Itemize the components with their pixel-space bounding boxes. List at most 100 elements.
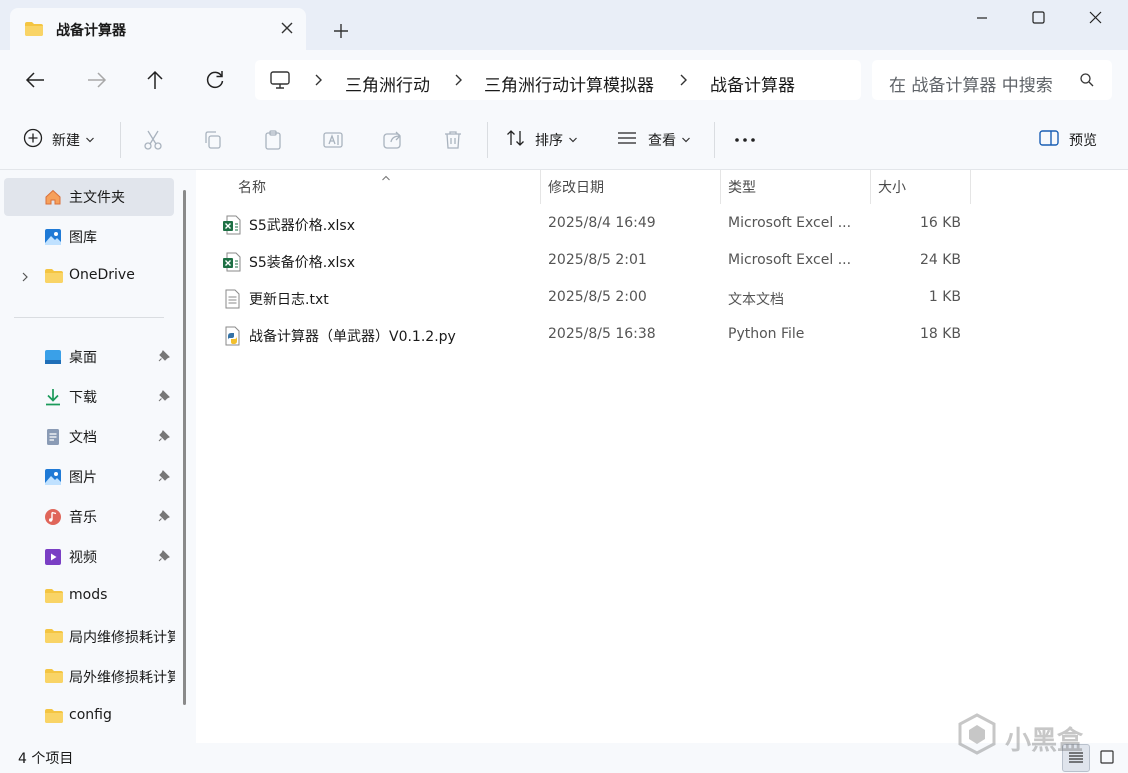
sidebar-item-label: mods	[69, 587, 108, 603]
column-divider[interactable]	[870, 170, 871, 204]
this-pc-icon[interactable]	[269, 69, 291, 95]
column-divider[interactable]	[970, 170, 971, 204]
up-arrow-icon[interactable]	[137, 64, 173, 96]
view-label: 查看	[648, 133, 676, 149]
sort-ascending-icon	[381, 170, 391, 186]
pin-icon[interactable]	[158, 390, 170, 406]
table-row[interactable]: S5武器价格.xlsx 2025/8/4 16:49 Microsoft Exc…	[220, 208, 972, 242]
download-icon	[44, 388, 62, 410]
more-options-icon[interactable]	[733, 124, 757, 156]
search-input[interactable]: 在 战备计算器 中搜索	[872, 60, 1112, 100]
chevron-right-icon[interactable]	[20, 271, 30, 287]
folder-icon	[44, 268, 64, 288]
sidebar-item-label: config	[69, 707, 112, 723]
watermark: 小黑盒	[955, 712, 1105, 764]
folder-icon	[44, 708, 64, 728]
pictures-icon	[44, 468, 62, 490]
sidebar-item-folder[interactable]: 局内维修损耗计算器	[4, 618, 175, 656]
sidebar-item-gallery[interactable]: 图库	[4, 218, 174, 256]
new-tab-icon[interactable]	[328, 18, 354, 44]
back-arrow-icon[interactable]	[18, 64, 54, 96]
file-list: 名称 修改日期 类型 大小 S5武器价格.xlsx 2025/8/4 16:49…	[196, 170, 1128, 743]
column-header-name[interactable]: 名称	[238, 177, 266, 197]
minimize-icon[interactable]	[954, 0, 1010, 36]
breadcrumb-item-current[interactable]: 战备计算器	[710, 71, 795, 96]
breadcrumb-item[interactable]: 三角洲行动	[345, 71, 430, 96]
chevron-right-icon[interactable]	[677, 73, 689, 91]
document-icon	[44, 428, 62, 450]
column-divider[interactable]	[540, 170, 541, 204]
paste-icon[interactable]	[261, 124, 285, 156]
pin-icon[interactable]	[158, 350, 170, 366]
column-header-type[interactable]: 类型	[728, 177, 756, 197]
table-row[interactable]: 更新日志.txt 2025/8/5 2:00 文本文档 1 KB	[220, 282, 972, 316]
column-divider[interactable]	[720, 170, 721, 204]
file-date: 2025/8/5 2:00	[548, 289, 647, 305]
close-tab-icon[interactable]	[276, 17, 298, 39]
sidebar-item-music[interactable]: 音乐	[4, 498, 174, 536]
close-window-icon[interactable]	[1066, 0, 1122, 36]
table-row[interactable]: 战备计算器（单武器）V0.1.2.py 2025/8/5 16:38 Pytho…	[220, 319, 972, 353]
excel-icon	[222, 215, 242, 239]
delete-icon[interactable]	[441, 124, 465, 156]
breadcrumb-item[interactable]: 三角洲行动计算模拟器	[484, 71, 654, 96]
sort-button[interactable]: 排序	[505, 124, 578, 156]
sidebar-item-config[interactable]: config	[4, 698, 174, 736]
refresh-icon[interactable]	[197, 64, 233, 96]
file-size: 18 KB	[919, 326, 961, 342]
item-count: 4 个项目	[18, 751, 74, 767]
desktop-icon	[44, 348, 62, 370]
command-bar: 新建 排序 查看 预览	[0, 110, 1128, 170]
chevron-right-icon[interactable]	[312, 73, 324, 91]
watermark-text: 小黑盒	[1005, 726, 1084, 756]
address-bar[interactable]: 三角洲行动 三角洲行动计算模拟器 战备计算器	[255, 60, 861, 100]
view-button[interactable]: 查看	[616, 124, 691, 156]
rename-icon[interactable]	[321, 124, 345, 156]
new-label: 新建	[52, 133, 80, 149]
share-icon[interactable]	[381, 124, 405, 156]
forward-arrow-icon[interactable]	[78, 64, 114, 96]
folder-icon	[44, 588, 64, 608]
pin-icon[interactable]	[158, 510, 170, 526]
file-name: S5装备价格.xlsx	[249, 255, 355, 271]
copy-icon[interactable]	[201, 124, 225, 156]
sort-label: 排序	[535, 133, 563, 149]
sidebar-item-onedrive[interactable]: OneDrive	[4, 258, 174, 296]
music-icon	[44, 508, 62, 530]
table-row[interactable]: S5装备价格.xlsx 2025/8/5 2:01 Microsoft Exce…	[220, 245, 972, 279]
search-placeholder: 在 战备计算器 中搜索	[889, 76, 1053, 96]
sidebar-item-folder[interactable]: 局外维修损耗计算器	[4, 658, 175, 696]
sidebar-item-desktop[interactable]: 桌面	[4, 338, 174, 376]
file-type: Microsoft Excel ...	[728, 215, 852, 231]
pin-icon[interactable]	[158, 550, 170, 566]
sidebar-item-home[interactable]: 主文件夹	[4, 178, 174, 216]
pin-icon[interactable]	[158, 430, 170, 446]
file-size: 16 KB	[919, 215, 961, 231]
sidebar-item-label: 图库	[69, 230, 97, 246]
sidebar-scrollbar[interactable]	[183, 190, 186, 705]
sidebar-item-pictures[interactable]: 图片	[4, 458, 174, 496]
column-header-date[interactable]: 修改日期	[548, 177, 604, 197]
preview-pane-button[interactable]: 预览	[1038, 124, 1097, 156]
sidebar-item-documents[interactable]: 文档	[4, 418, 174, 456]
sidebar-item-mods[interactable]: mods	[4, 578, 174, 616]
sidebar-item-downloads[interactable]: 下载	[4, 378, 174, 416]
toolbar-divider	[487, 122, 488, 158]
column-header-size[interactable]: 大小	[878, 177, 906, 197]
sidebar-divider	[14, 317, 164, 318]
folder-icon	[44, 668, 64, 688]
file-name: S5武器价格.xlsx	[249, 218, 355, 234]
sidebar-item-label: 局内维修损耗计算器	[69, 630, 175, 646]
cut-icon[interactable]	[141, 124, 165, 156]
navigation-pane: 主文件夹 图库 OneDrive 桌面 下载 文档 图片 音乐 视频 mods …	[0, 170, 196, 743]
toolbar-divider	[714, 122, 715, 158]
sidebar-item-videos[interactable]: 视频	[4, 538, 174, 576]
search-icon[interactable]	[1079, 72, 1095, 92]
maximize-icon[interactable]	[1010, 0, 1066, 36]
pin-icon[interactable]	[158, 470, 170, 486]
gallery-icon	[44, 228, 62, 250]
new-button[interactable]: 新建	[22, 124, 95, 156]
chevron-right-icon[interactable]	[452, 73, 464, 91]
sidebar-item-label: OneDrive	[69, 267, 135, 283]
tab-active[interactable]: 战备计算器	[10, 8, 306, 50]
